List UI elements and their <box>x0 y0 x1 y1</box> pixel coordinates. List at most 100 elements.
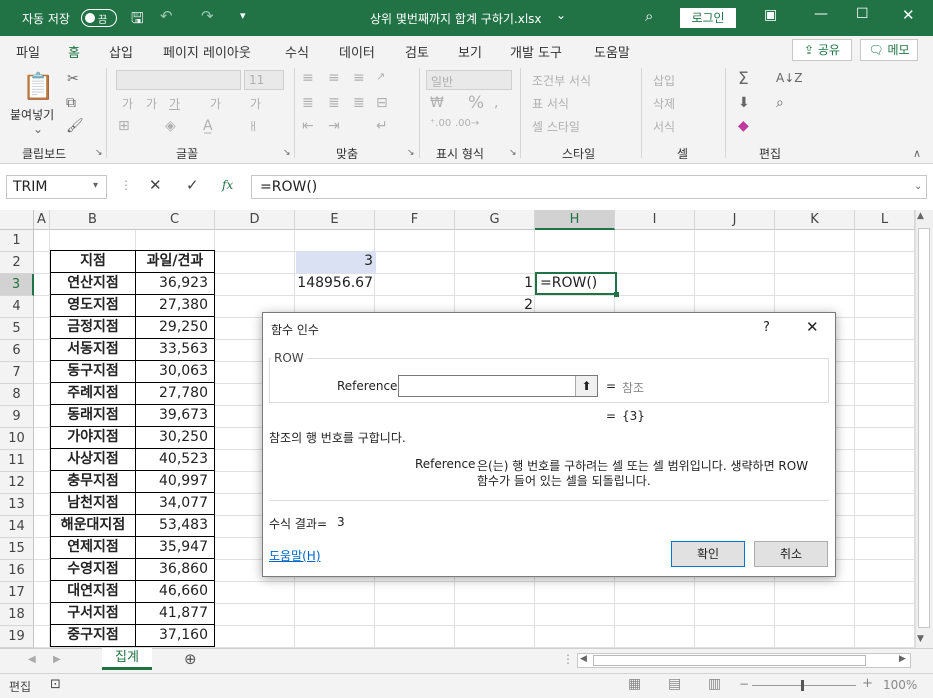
prev-sheet-icon[interactable]: ◀ <box>28 654 36 665</box>
row-header[interactable]: 17 <box>0 582 34 604</box>
column-header[interactable]: A <box>34 210 50 230</box>
select-all-corner[interactable] <box>0 210 34 230</box>
table-cell-value[interactable]: 34,077 <box>135 492 215 515</box>
find-select-icon[interactable]: ⌕ <box>776 95 784 111</box>
paste-icon[interactable]: 📋 <box>22 72 54 102</box>
quick-access-dropdown-icon[interactable]: ▾ <box>240 9 246 22</box>
bold-icon[interactable]: 가 <box>210 95 221 112</box>
decrease-indent-icon[interactable]: ⇤ <box>302 118 314 134</box>
cut-icon[interactable]: ✂ <box>67 71 79 87</box>
table-cell-branch[interactable]: 충무지점 <box>50 470 136 493</box>
title-dropdown-icon[interactable]: ⌄ <box>556 8 566 22</box>
conditional-format-button[interactable]: 조건부 서식 <box>532 72 591 89</box>
next-sheet-icon[interactable]: ▶ <box>53 654 61 665</box>
table-header-fruit[interactable]: 과일/견과 <box>135 250 215 273</box>
row-header[interactable]: 1 <box>0 230 34 252</box>
zoom-slider-thumb[interactable] <box>801 680 804 691</box>
align-center-icon[interactable]: ≣ <box>328 95 340 111</box>
row-header[interactable]: 15 <box>0 538 34 560</box>
table-cell-branch[interactable]: 대연지점 <box>50 580 136 603</box>
number-launcher-icon[interactable]: ↘ <box>509 148 517 158</box>
save-icon[interactable]: 🖫 <box>131 8 144 33</box>
insert-function-icon[interactable]: fx <box>222 178 233 192</box>
tab-developer[interactable]: 개발 도구 <box>510 42 562 61</box>
decrease-decimal-icon[interactable]: .00→ <box>455 118 479 129</box>
format-cells-button[interactable]: 서식 <box>653 118 675 135</box>
column-header[interactable]: J <box>695 210 775 230</box>
autosum-icon[interactable]: Σ <box>738 69 749 89</box>
horizontal-scroll-thumb[interactable] <box>593 655 866 666</box>
collapse-ribbon-icon[interactable]: ∧ <box>913 147 921 160</box>
login-button[interactable]: 로그인 <box>680 8 736 28</box>
row-header[interactable]: 18 <box>0 604 34 626</box>
share-button[interactable]: ⇪ 공유 <box>792 39 852 61</box>
format-as-table-button[interactable]: 표 서식 <box>532 95 569 112</box>
table-cell-branch[interactable]: 금정지점 <box>50 316 136 339</box>
undo-icon[interactable]: ↶ <box>160 7 173 25</box>
search-icon[interactable]: ⌕ <box>645 7 653 25</box>
table-cell-branch[interactable]: 영도지점 <box>50 294 136 317</box>
copy-icon[interactable]: ⧉ <box>66 95 76 111</box>
scroll-up-icon[interactable]: ▲ <box>917 211 924 221</box>
table-cell-branch[interactable]: 구서지점 <box>50 602 136 625</box>
accessibility-icon[interactable]: ⊡ <box>50 677 61 692</box>
wrap-text-icon[interactable]: ↵ <box>376 118 388 134</box>
zoom-in-icon[interactable]: + <box>862 676 873 691</box>
page-break-view-icon[interactable]: ▥ <box>708 676 721 692</box>
percent-icon[interactable]: % <box>468 93 484 113</box>
zoom-out-icon[interactable]: − <box>739 677 749 691</box>
row-header[interactable]: 7 <box>0 362 34 384</box>
ok-button[interactable]: 확인 <box>671 541 745 567</box>
zoom-level[interactable]: 100% <box>883 678 917 692</box>
table-cell-value[interactable]: 27,780 <box>135 382 215 405</box>
tab-view[interactable]: 보기 <box>458 42 482 61</box>
table-cell-value[interactable]: 29,250 <box>135 316 215 339</box>
column-header[interactable]: E <box>295 210 375 230</box>
table-cell-branch[interactable]: 수영지점 <box>50 558 136 581</box>
row-header[interactable]: 4 <box>0 296 34 318</box>
align-right-icon[interactable]: ≣ <box>353 95 365 111</box>
align-bottom-icon[interactable]: ≡ <box>353 70 365 86</box>
increase-indent-icon[interactable]: ⇥ <box>328 118 340 134</box>
name-box[interactable]: TRIM <box>6 175 107 199</box>
align-top-icon[interactable]: ≡ <box>302 70 314 86</box>
name-box-dropdown-icon[interactable]: ▾ <box>93 180 98 191</box>
collapse-dialog-icon[interactable]: ⬆ <box>575 376 597 396</box>
table-cell-branch[interactable]: 중구지점 <box>50 624 136 647</box>
normal-view-icon[interactable]: ▦ <box>628 676 641 692</box>
borders-icon[interactable]: ⊞ <box>118 118 130 134</box>
column-header[interactable]: C <box>135 210 215 230</box>
tab-split-icon[interactable]: ⋮ <box>562 652 574 666</box>
close-icon[interactable]: ✕ <box>902 6 915 24</box>
expand-formula-icon[interactable]: ⌄ <box>914 181 922 192</box>
row-header[interactable]: 9 <box>0 406 34 428</box>
table-cell-value[interactable]: 30,063 <box>135 360 215 383</box>
column-header[interactable]: H <box>535 210 615 230</box>
column-header[interactable]: B <box>50 210 136 230</box>
font-shrink-icon[interactable]: 가 <box>146 95 157 112</box>
table-cell-branch[interactable]: 가야지점 <box>50 426 136 449</box>
cell-E3[interactable]: 148956.67 <box>296 275 373 291</box>
row-header[interactable]: 19 <box>0 626 34 648</box>
table-cell-value[interactable]: 27,380 <box>135 294 215 317</box>
format-painter-icon[interactable]: 🖌 <box>66 118 84 134</box>
align-middle-icon[interactable]: ≡ <box>328 70 340 86</box>
column-header[interactable]: D <box>215 210 295 230</box>
dialog-close-button[interactable]: ✕ <box>806 318 819 336</box>
ribbon-display-icon[interactable]: ▣ <box>764 7 777 23</box>
row-header[interactable]: 11 <box>0 450 34 472</box>
tab-data[interactable]: 데이터 <box>339 42 375 61</box>
clipboard-launcher-icon[interactable]: ↘ <box>95 148 103 158</box>
alignment-launcher-icon[interactable]: ↘ <box>407 148 415 158</box>
table-cell-value[interactable]: 53,483 <box>135 514 215 537</box>
table-cell-value[interactable]: 37,160 <box>135 624 215 647</box>
clear-icon[interactable]: ◆ <box>738 118 749 134</box>
font-launcher-icon[interactable]: ↘ <box>283 148 291 158</box>
cancel-entry-icon[interactable]: ✕ <box>149 176 162 194</box>
minimize-icon[interactable]: — <box>814 6 828 22</box>
reference-input[interactable] <box>398 375 598 397</box>
comment-button[interactable]: 🗨 메모 <box>860 39 918 61</box>
scroll-right-icon[interactable]: ▶ <box>899 654 906 664</box>
table-cell-branch[interactable]: 사상지점 <box>50 448 136 471</box>
fill-color-icon[interactable]: ◈ <box>165 118 176 134</box>
